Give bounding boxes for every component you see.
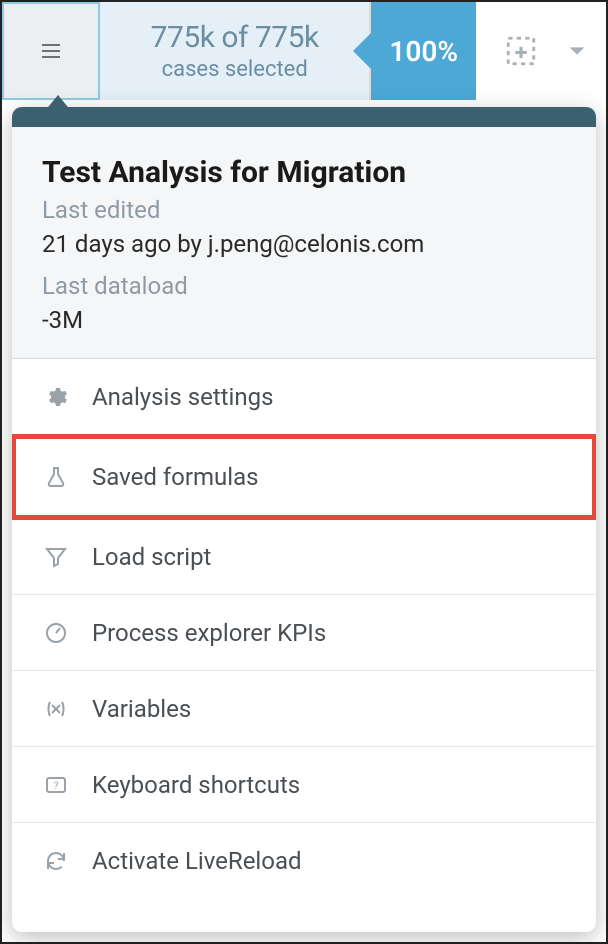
- menu-label: Activate LiveReload: [92, 847, 302, 875]
- flask-icon: [42, 465, 70, 489]
- menu-item-analysis-settings[interactable]: Analysis settings: [12, 359, 596, 435]
- menu-label: Keyboard shortcuts: [92, 771, 300, 799]
- last-edited-label: Last edited: [42, 196, 566, 224]
- refresh-icon: [42, 849, 70, 873]
- dropdown-panel: Test Analysis for Migration Last edited …: [12, 107, 596, 932]
- menu-label: Analysis settings: [92, 383, 274, 411]
- last-dataload-label: Last dataload: [42, 272, 566, 300]
- menu-label: Load script: [92, 543, 211, 571]
- menu-item-keyboard-shortcuts[interactable]: ? Keyboard shortcuts: [12, 747, 596, 823]
- gauge-icon: [42, 621, 70, 645]
- selection-add-icon[interactable]: [504, 34, 538, 68]
- hamburger-icon: [39, 39, 63, 63]
- menu-label: Process explorer KPIs: [92, 619, 326, 647]
- menu-item-variables[interactable]: Variables: [12, 671, 596, 747]
- menu-label: Variables: [92, 695, 191, 723]
- panel-arrow: [40, 95, 76, 117]
- panel-header: Test Analysis for Migration Last edited …: [12, 127, 596, 359]
- menu-item-process-explorer-kpis[interactable]: Process explorer KPIs: [12, 595, 596, 671]
- panel: Test Analysis for Migration Last edited …: [12, 107, 596, 932]
- last-dataload-value: -3M: [42, 306, 566, 334]
- chevron-down-icon[interactable]: [566, 40, 588, 62]
- svg-text:?: ?: [54, 781, 59, 792]
- toolbar: 775k of 775k cases selected 100%: [2, 2, 606, 100]
- last-edited-value: 21 days ago by j.peng@celonis.com: [42, 230, 566, 258]
- menu-item-activate-livereload[interactable]: Activate LiveReload: [12, 823, 596, 899]
- variable-x-icon: [42, 697, 70, 721]
- hamburger-menu-button[interactable]: [2, 2, 100, 100]
- percent-value: 100%: [389, 35, 458, 68]
- cases-selected-box[interactable]: 775k of 775k cases selected: [100, 2, 371, 100]
- menu-list: Analysis settings Saved formulas Load sc…: [12, 359, 596, 899]
- percent-badge: 100%: [371, 2, 476, 100]
- menu-item-saved-formulas[interactable]: Saved formulas: [12, 435, 596, 519]
- cases-label: cases selected: [162, 57, 308, 82]
- gear-icon: [42, 385, 70, 409]
- menu-label: Saved formulas: [92, 463, 259, 491]
- funnel-icon: [42, 545, 70, 569]
- keyboard-icon: ?: [42, 773, 70, 797]
- analysis-title: Test Analysis for Migration: [42, 155, 566, 190]
- menu-item-load-script[interactable]: Load script: [12, 519, 596, 595]
- right-tools: [476, 2, 606, 100]
- cases-count: 775k of 775k: [151, 20, 319, 55]
